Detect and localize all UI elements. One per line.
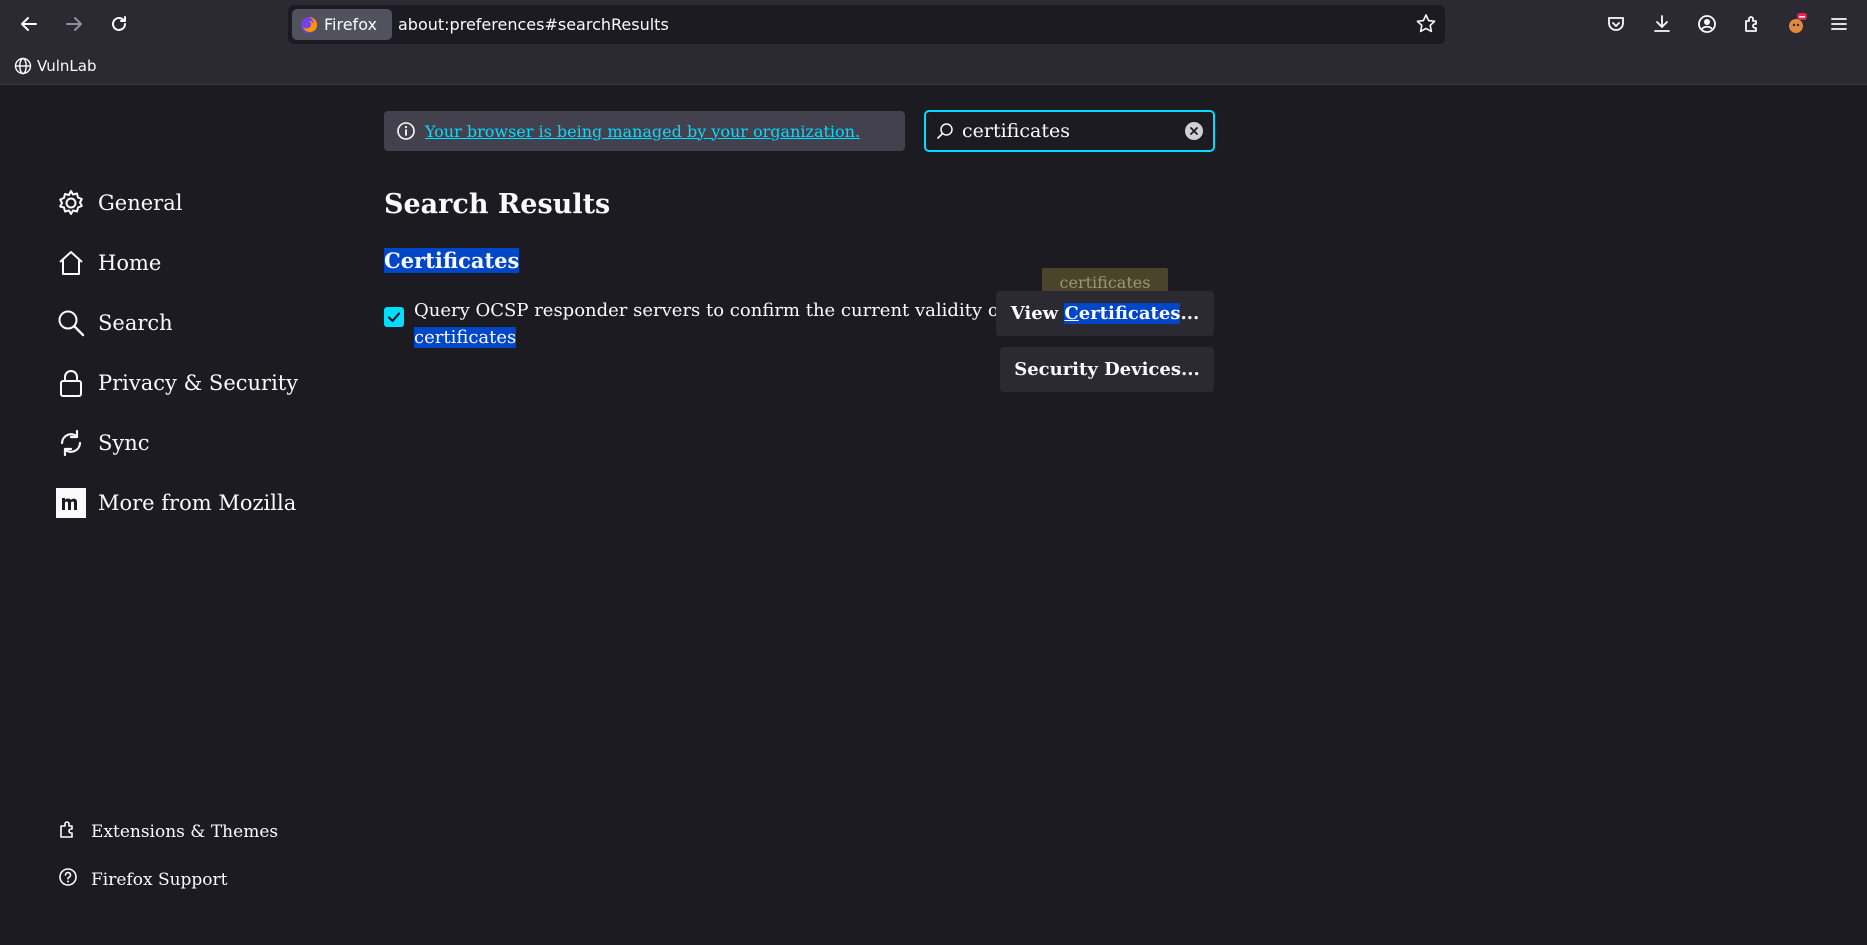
view-certificates-button[interactable]: View Certificates...	[996, 291, 1214, 336]
gear-icon	[56, 188, 86, 218]
bookmark-vulnlab[interactable]: VulnLab	[14, 57, 97, 75]
sidebar-item-mozilla[interactable]: More from Mozilla	[56, 488, 296, 518]
sidebar-item-sync[interactable]: Sync	[56, 428, 150, 458]
reload-icon	[112, 16, 126, 31]
clear-search-icon[interactable]	[1185, 122, 1203, 140]
search-icon	[937, 123, 953, 139]
checkmark-icon	[387, 312, 401, 323]
sidebar-extensions-themes[interactable]: Extensions & Themes	[57, 818, 278, 845]
back-arrow-icon	[21, 17, 37, 31]
downloads-button[interactable]	[1648, 10, 1676, 38]
security-devices-button[interactable]: Security Devices...	[1000, 347, 1214, 392]
preferences-page: Your browser is being managed by your or…	[0, 85, 1867, 945]
lock-icon	[56, 368, 86, 398]
section-title-text: Certificates	[384, 248, 520, 273]
section-title: Certificates	[384, 248, 520, 273]
home-icon	[56, 248, 86, 278]
bookmark-star-icon[interactable]	[1415, 13, 1437, 35]
btn-prefix: View	[1010, 303, 1065, 324]
footer-label: Extensions & Themes	[91, 821, 279, 842]
forward-button[interactable]	[60, 10, 88, 38]
forward-arrow-icon	[66, 17, 82, 31]
sidebar-item-label: More from Mozilla	[98, 491, 297, 515]
ocsp-preference: Query OCSP responder servers to confirm …	[384, 297, 1014, 351]
extensions-button[interactable]	[1738, 10, 1766, 38]
extension-avatar-button[interactable]	[1782, 10, 1810, 38]
url-bar[interactable]: Firefox about:preferences#searchResults	[288, 5, 1445, 44]
policy-notice: Your browser is being managed by your or…	[384, 111, 905, 151]
puzzle-icon	[1745, 16, 1757, 32]
help-icon	[57, 866, 79, 893]
search-icon	[56, 308, 86, 338]
download-icon	[1654, 15, 1670, 32]
menu-button[interactable]	[1825, 10, 1853, 38]
reload-button[interactable]	[105, 10, 133, 38]
info-icon	[397, 122, 415, 140]
policy-link[interactable]: Your browser is being managed by your or…	[425, 122, 860, 141]
ocsp-label[interactable]: Query OCSP responder servers to confirm …	[414, 297, 1014, 351]
btn-suffix: ...	[1180, 303, 1200, 324]
btn-highlight: ertificates	[1078, 303, 1181, 324]
sync-icon	[56, 428, 86, 458]
browser-toolbar: Firefox about:preferences#searchResults	[0, 0, 1867, 48]
btn-access-key: C	[1064, 303, 1079, 324]
sidebar-item-label: Search	[98, 311, 173, 335]
page-title: Search Results	[384, 189, 611, 220]
back-button[interactable]	[15, 10, 43, 38]
identity-box[interactable]: Firefox	[292, 9, 392, 40]
hamburger-menu-icon	[1831, 18, 1847, 30]
sidebar-item-home[interactable]: Home	[56, 248, 161, 278]
bookmark-label: VulnLab	[37, 57, 97, 75]
sidebar-item-general[interactable]: General	[56, 188, 182, 218]
sidebar-item-label: General	[98, 191, 183, 215]
sidebar-item-search[interactable]: Search	[56, 308, 173, 338]
footer-label: Firefox Support	[91, 869, 228, 890]
extension-avatar-icon	[1789, 13, 1807, 33]
preferences-search-box[interactable]	[924, 110, 1215, 152]
globe-icon	[14, 57, 32, 75]
sidebar-item-label: Sync	[98, 431, 150, 455]
ocsp-label-text: Query OCSP responder servers to confirm …	[414, 300, 1006, 321]
sidebar-item-label: Privacy & Security	[98, 371, 299, 395]
account-icon	[1698, 15, 1716, 33]
ocsp-checkbox[interactable]	[384, 307, 404, 327]
extensions-icon	[57, 818, 79, 845]
sidebar-item-label: Home	[98, 251, 162, 275]
search-input[interactable]	[962, 119, 1182, 143]
pocket-button[interactable]	[1602, 10, 1630, 38]
url-text[interactable]: about:preferences#searchResults	[398, 15, 669, 34]
firefox-logo-icon	[301, 16, 317, 33]
sidebar-firefox-support[interactable]: Firefox Support	[57, 866, 228, 893]
account-button[interactable]	[1693, 10, 1721, 38]
mozilla-icon	[56, 488, 86, 518]
bookmarks-toolbar: VulnLab	[0, 48, 1867, 85]
ocsp-label-highlight: certificates	[414, 327, 517, 348]
identity-label: Firefox	[324, 15, 377, 34]
sidebar-item-privacy[interactable]: Privacy & Security	[56, 368, 298, 398]
pocket-icon	[1608, 17, 1624, 31]
